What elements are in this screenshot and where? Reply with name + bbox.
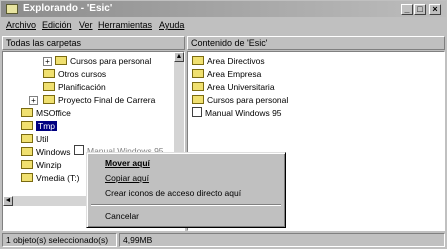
folder-icon: [21, 121, 33, 130]
menu-herramientas[interactable]: Herramientas: [98, 20, 152, 30]
menu-ver[interactable]: Ver: [79, 20, 93, 30]
folder-icon: [21, 147, 33, 156]
tree-item-vmedia[interactable]: Vmedia (T:): [21, 172, 79, 185]
list-item[interactable]: Cursos para personal: [192, 94, 288, 107]
maximize-button[interactable]: □: [414, 4, 426, 15]
list-item[interactable]: Area Directivos: [192, 55, 265, 68]
expand-icon[interactable]: +: [43, 57, 52, 66]
expand-icon[interactable]: +: [29, 96, 38, 105]
tree-item-winzip[interactable]: Winzip: [21, 159, 62, 172]
title-bar[interactable]: Explorando - 'Esic' _ □ ×: [1, 1, 446, 17]
tree-item-cursos[interactable]: Cursos para personal: [55, 55, 151, 68]
tree-item-otros[interactable]: Otros cursos: [43, 68, 106, 81]
tree-item-tmp[interactable]: Tmp: [21, 120, 57, 133]
folder-icon: [192, 69, 204, 78]
create-shortcut-item[interactable]: Crear iconos de acceso directo aquí: [105, 188, 241, 198]
folder-icon: [55, 56, 67, 65]
close-button[interactable]: ×: [429, 4, 441, 15]
folder-icon: [21, 160, 33, 169]
folder-icon: [43, 69, 55, 78]
menu-archivo[interactable]: Archivo: [6, 20, 36, 30]
menu-bar: Archivo Edición Ver Herramientas Ayuda: [2, 18, 445, 32]
menu-ayuda[interactable]: Ayuda: [159, 20, 184, 30]
menu-edicion[interactable]: Edición: [42, 20, 72, 30]
list-item[interactable]: Area Empresa: [192, 68, 261, 81]
scroll-left-arrow-icon[interactable]: ◄: [3, 196, 13, 206]
right-pane-header: Contenido de 'Esic': [187, 36, 445, 50]
list-item[interactable]: Manual Windows 95: [192, 107, 282, 120]
folder-icon: [192, 56, 204, 65]
folder-icon: [21, 108, 33, 117]
status-selection: 1 objeto(s) seleccionado(s): [2, 233, 117, 247]
copy-here-item[interactable]: Copiar aquí: [105, 173, 149, 183]
status-size: 4,99MB: [119, 233, 445, 247]
left-pane-header: Todas las carpetas: [2, 36, 185, 50]
document-icon: [74, 145, 84, 155]
folder-icon: [192, 82, 204, 91]
folder-icon: [43, 95, 55, 104]
tree-item-util[interactable]: Util: [21, 133, 48, 146]
scroll-up-arrow-icon[interactable]: ▲: [174, 52, 184, 62]
menu-separator: [91, 204, 281, 206]
tree-item-planificacion[interactable]: Planificación: [43, 81, 106, 94]
move-here-item[interactable]: Mover aquí: [105, 158, 150, 168]
tree-item-windows[interactable]: Windows: [21, 146, 70, 159]
minimize-button[interactable]: _: [401, 4, 413, 15]
folder-icon: [192, 95, 204, 104]
cancel-item[interactable]: Cancelar: [105, 211, 139, 221]
folder-icon: [43, 82, 55, 91]
list-item[interactable]: Area Universitaria: [192, 81, 275, 94]
tree-item-proyecto[interactable]: Proyecto Final de Carrera: [43, 94, 155, 107]
status-bar: 1 objeto(s) seleccionado(s) 4,99MB: [2, 233, 445, 247]
folder-icon: [6, 4, 18, 14]
folder-icon: [21, 134, 33, 143]
document-icon: [192, 107, 202, 117]
context-menu: Mover aquí Copiar aquí Crear iconos de a…: [86, 152, 286, 228]
tree-item-msoffice[interactable]: MSOffice: [21, 107, 71, 120]
drive-icon: [21, 173, 33, 182]
window-title: Explorando - 'Esic': [23, 3, 113, 14]
explorer-window: Explorando - 'Esic' _ □ × Archivo Edició…: [0, 0, 447, 249]
